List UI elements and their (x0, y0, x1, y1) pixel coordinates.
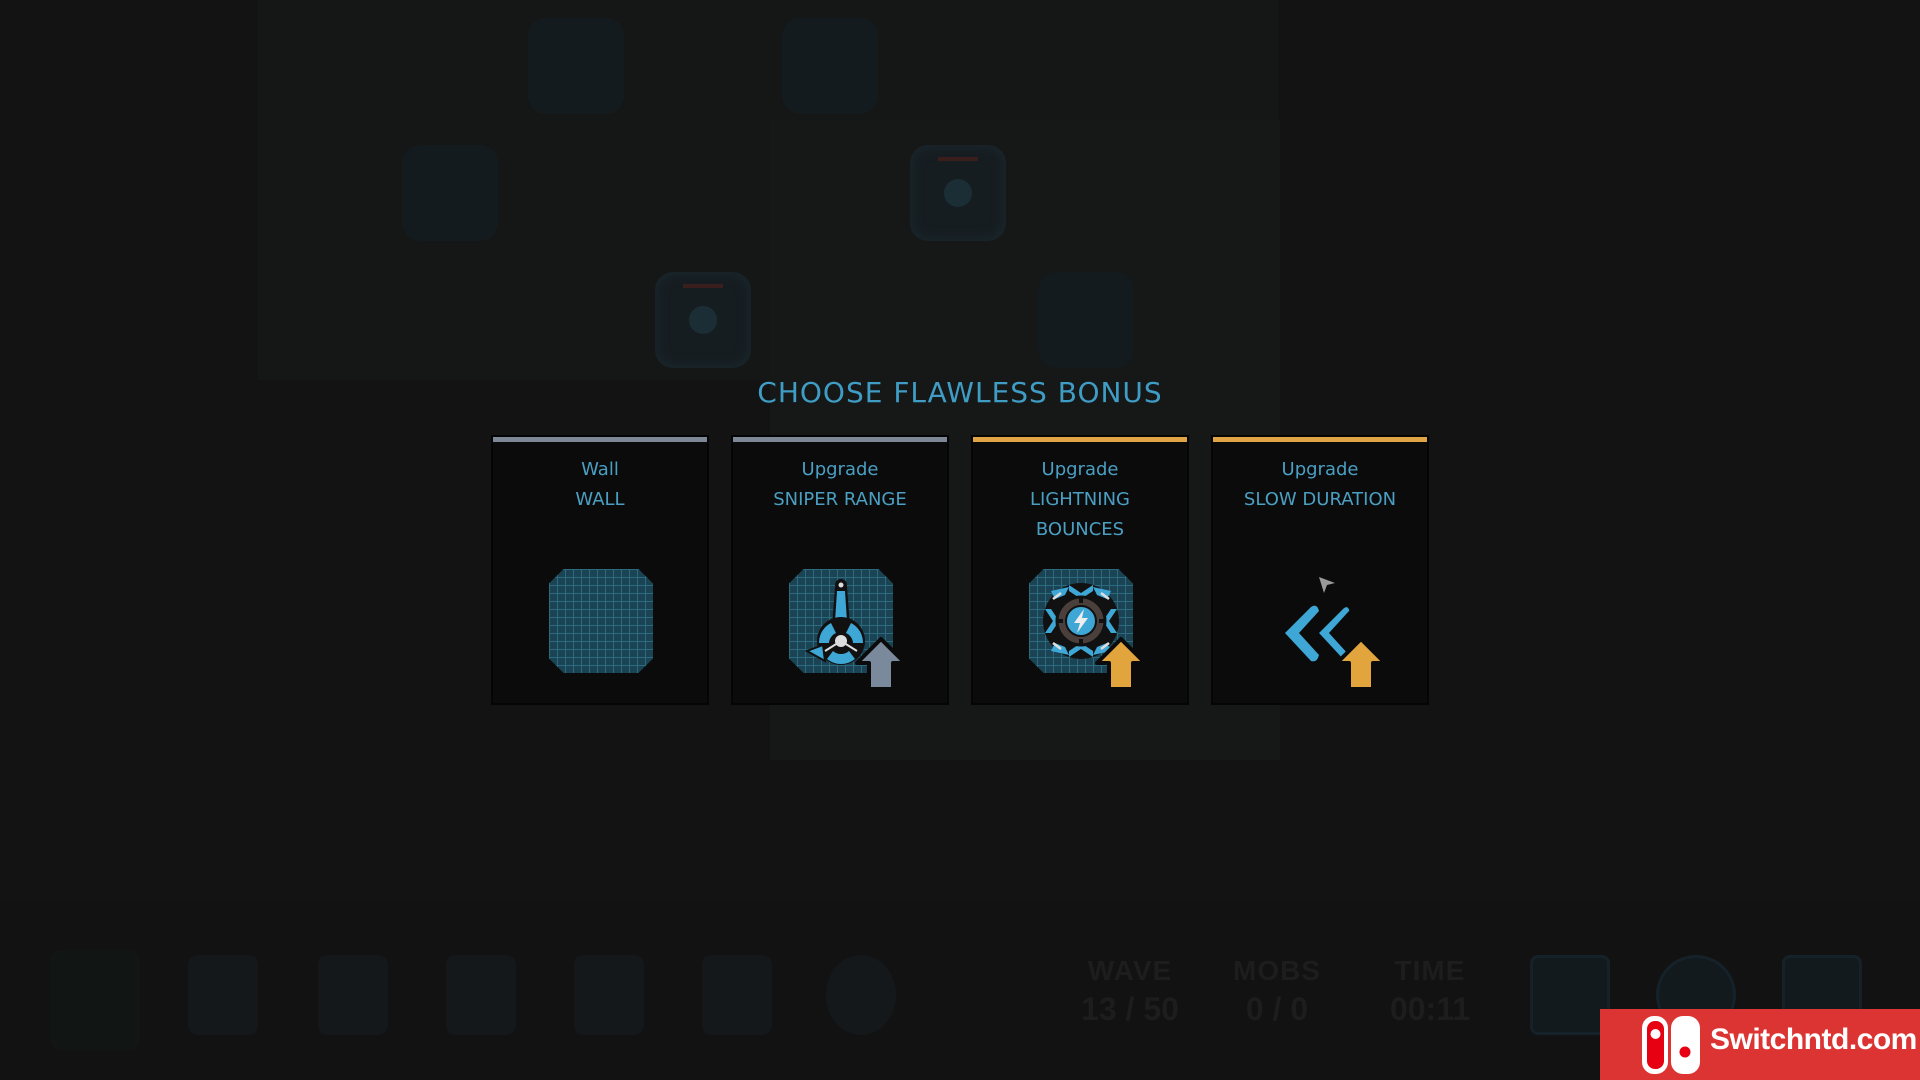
hud-time: TIME 00:11 (1360, 955, 1500, 1028)
board-tower[interactable] (910, 145, 1006, 241)
card-kind: Wall (581, 459, 619, 480)
wave-value: 13 / 50 (1081, 991, 1179, 1027)
dialog-title: CHOOSE FLAWLESS BONUS (757, 376, 1163, 409)
lightning-tower-icon (1029, 569, 1159, 699)
slow-chevrons-icon (1269, 569, 1399, 699)
nintendo-switch-logo-icon (1642, 1016, 1700, 1074)
card-name: WALL (575, 489, 625, 510)
time-value: 00:11 (1389, 991, 1471, 1027)
card-name: SNIPER RANGE (773, 489, 907, 510)
board-wall-tile (402, 145, 498, 241)
mouse-cursor-icon (1319, 577, 1335, 593)
hud-wall-slot[interactable] (50, 950, 140, 1050)
bonus-card-slow-duration[interactable]: Upgrade SLOW DURATION (1211, 435, 1429, 705)
time-label: TIME (1394, 955, 1466, 986)
card-kind: Upgrade (801, 459, 879, 480)
hud-tower-slot[interactable] (188, 955, 258, 1035)
board-wall-tile (1038, 272, 1134, 368)
mobs-label: MOBS (1233, 955, 1321, 986)
hud-tower-slot[interactable] (574, 955, 644, 1035)
bonus-card-wall[interactable]: Wall WALL (491, 435, 709, 705)
sniper-tower-icon (789, 569, 919, 699)
hud-mobs: MOBS 0 / 0 (1207, 955, 1347, 1028)
board-tower[interactable] (655, 272, 751, 368)
rarity-bar (973, 437, 1187, 442)
board-wall-tile (528, 18, 624, 114)
bonus-card-sniper-range[interactable]: Upgrade SNIPER RANGE (731, 435, 949, 705)
watermark-text: Switchntd.com (1710, 1023, 1917, 1056)
bonus-card-lightning-bounces[interactable]: Upgrade LIGHTNING BOUNCES (971, 435, 1189, 705)
card-name: SLOW DURATION (1243, 489, 1397, 510)
hud-target-slot[interactable] (826, 955, 896, 1035)
card-kind: Upgrade (1281, 459, 1359, 480)
board-wall-tile (782, 18, 878, 114)
hud-tower-slot[interactable] (318, 955, 388, 1035)
hud-tower-slot[interactable] (446, 955, 516, 1035)
wave-label: WAVE (1087, 955, 1173, 986)
card-name-line2: BOUNCES (1035, 519, 1125, 540)
watermark-banner: Switchntd.com (1600, 1009, 1920, 1080)
card-kind: Upgrade (1041, 459, 1119, 480)
hud-wave: WAVE 13 / 50 (1060, 955, 1200, 1028)
rarity-bar (493, 437, 707, 442)
card-name-line1: LIGHTNING (1029, 489, 1130, 510)
hud-slow-slot[interactable] (702, 955, 772, 1035)
rarity-bar (1213, 437, 1427, 442)
wall-tile-icon (549, 569, 679, 699)
rarity-bar (733, 437, 947, 442)
mobs-value: 0 / 0 (1245, 991, 1309, 1027)
list-button[interactable] (1530, 955, 1610, 1035)
